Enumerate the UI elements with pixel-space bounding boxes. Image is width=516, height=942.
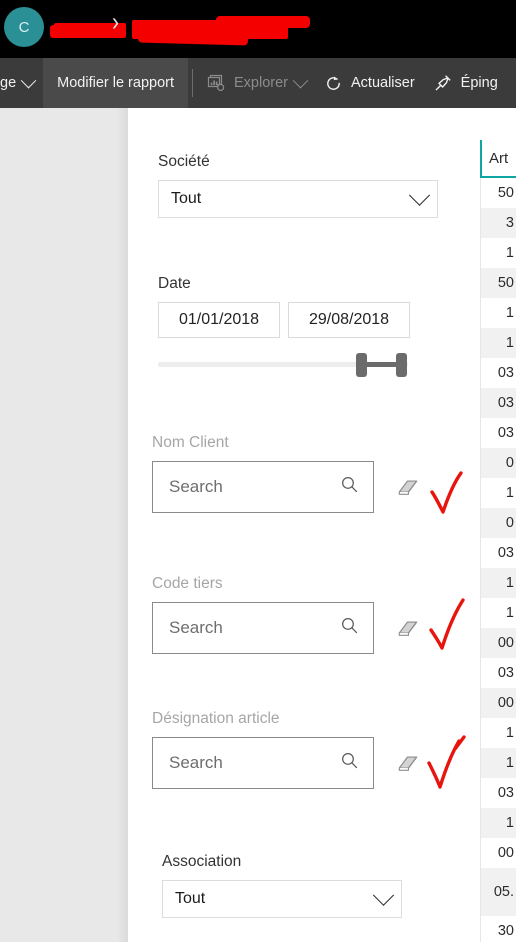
table-row[interactable]: 00 (480, 688, 516, 718)
date-from-input[interactable]: 01/01/2018 (158, 302, 280, 338)
filter-nom-client: Nom Client Search (152, 434, 420, 513)
table-row[interactable]: 1 (480, 718, 516, 748)
filter-societe: Société Tout (158, 153, 438, 218)
redacted-breadcrumb-2 (132, 16, 310, 39)
table-row[interactable]: 30 (480, 916, 516, 942)
table-row[interactable]: 1 (480, 808, 516, 838)
designation-article-placeholder: Search (169, 753, 223, 772)
chevron-down-icon (408, 184, 431, 206)
filter-code-tiers: Code tiers Search (152, 575, 420, 654)
slider-thumb-end[interactable] (396, 353, 407, 377)
table-row[interactable]: 03 (480, 358, 516, 388)
association-dropdown-value: Tout (175, 890, 206, 907)
filter-date-label: Date (158, 275, 191, 292)
table-row[interactable]: 0 (480, 508, 516, 538)
table-row[interactable]: 1 (480, 748, 516, 778)
magnifier-icon[interactable] (340, 616, 359, 640)
nom-client-row: Search (152, 461, 420, 513)
pin-icon (433, 73, 453, 93)
table-row[interactable]: 50 (480, 268, 516, 298)
table-row[interactable]: 1 (480, 238, 516, 268)
date-range-row: 01/01/2018 29/08/2018 (158, 302, 410, 338)
ribbon-item-epingler[interactable]: Éping (424, 58, 507, 108)
designation-article-row: Search (152, 737, 420, 789)
chevron-down-icon (20, 72, 37, 88)
ribbon-item-explorer[interactable]: Explorer (197, 58, 315, 108)
ribbon-item-actualiser[interactable]: Actualiser (315, 58, 424, 108)
left-gutter (0, 108, 128, 942)
ribbon-item-epingler-label: Éping (460, 75, 498, 91)
table-row[interactable]: 1 (480, 478, 516, 508)
code-tiers-placeholder: Search (169, 618, 223, 637)
societe-dropdown-value: Tout (171, 190, 202, 207)
table-row[interactable]: 1 (480, 598, 516, 628)
application-window: C › ge Modifier le rapport Explorer Actu… (0, 0, 516, 942)
chart-search-icon (206, 73, 226, 93)
command-ribbon: ge Modifier le rapport Explorer Actualis… (0, 58, 516, 108)
avatar-initial: C (18, 18, 30, 36)
chevron-down-icon (292, 72, 309, 88)
ribbon-item-partage-label: ge (0, 75, 17, 91)
date-range-slider[interactable] (158, 352, 408, 377)
designation-article-search-input[interactable]: Search (152, 737, 374, 789)
nom-client-search-input[interactable]: Search (152, 461, 374, 513)
date-to-input[interactable]: 29/08/2018 (288, 302, 410, 338)
table-row[interactable]: 3 (480, 208, 516, 238)
magnifier-icon[interactable] (340, 751, 359, 775)
eraser-icon[interactable] (396, 617, 420, 639)
filter-societe-label: Société (158, 153, 210, 170)
slider-thumb-start[interactable] (356, 353, 367, 377)
table-row[interactable]: 03 (480, 418, 516, 448)
code-tiers-search-input[interactable]: Search (152, 602, 374, 654)
ribbon-divider (192, 69, 193, 97)
code-tiers-row: Search (152, 602, 420, 654)
eraser-icon[interactable] (396, 476, 420, 498)
ribbon-item-modifier-le-rapport[interactable]: Modifier le rapport (43, 58, 188, 108)
avatar[interactable]: C (4, 7, 44, 47)
ribbon-item-modifier-le-rapport-label: Modifier le rapport (57, 75, 174, 91)
filter-association: Association Tout (162, 853, 402, 918)
table-row[interactable]: 1 (480, 298, 516, 328)
gutter-shadow (116, 108, 128, 942)
magnifier-icon[interactable] (340, 475, 359, 499)
filter-date: Date 01/01/2018 29/08/2018 (158, 275, 410, 377)
table-row[interactable]: 1 (480, 328, 516, 358)
table-column-header-article[interactable]: Art (480, 140, 516, 178)
table-row[interactable]: 1 (480, 568, 516, 598)
ribbon-item-explorer-label: Explorer (234, 75, 288, 91)
chevron-down-icon (372, 884, 395, 906)
ribbon-item-actualiser-label: Actualiser (351, 75, 415, 91)
table-row[interactable]: 05. (480, 868, 516, 916)
filter-nom-client-label: Nom Client (152, 434, 229, 451)
filter-panel: Société Tout Date 01/01/2018 29/08/2018 … (128, 108, 480, 942)
table-row[interactable]: 03 (480, 778, 516, 808)
filter-association-label: Association (162, 853, 242, 870)
nom-client-placeholder: Search (169, 477, 223, 496)
refresh-icon (324, 74, 343, 93)
table-row[interactable]: 0 (480, 448, 516, 478)
filter-designation-article-label: Désignation article (152, 710, 280, 727)
table-row[interactable]: 03 (480, 538, 516, 568)
societe-dropdown[interactable]: Tout (158, 180, 438, 218)
breadcrumb-separator-icon: › (112, 8, 119, 37)
top-breadcrumb-bar: C › (0, 0, 516, 58)
data-table: Art 50 3 1 50 1 1 03 03 03 0 1 0 03 1 1 00 03 00 1 1 03 1 00 05… (480, 108, 516, 942)
table-body: 503150110303030100311000300110310005.301… (480, 178, 516, 942)
filter-designation-article: Désignation article Search (152, 710, 420, 789)
ribbon-item-partage[interactable]: ge (0, 58, 43, 108)
filter-code-tiers-label: Code tiers (152, 575, 223, 592)
table-row[interactable]: 00 (480, 628, 516, 658)
table-row[interactable]: 00 (480, 838, 516, 868)
table-row[interactable]: 50 (480, 178, 516, 208)
table-row[interactable]: 03 (480, 388, 516, 418)
table-row[interactable]: 03 (480, 658, 516, 688)
association-dropdown[interactable]: Tout (162, 880, 402, 918)
eraser-icon[interactable] (396, 752, 420, 774)
